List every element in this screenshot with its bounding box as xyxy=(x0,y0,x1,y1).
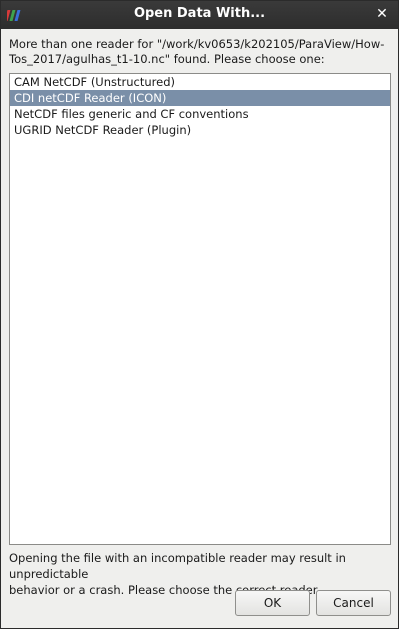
window-title: Open Data With... xyxy=(133,6,266,21)
warning-line-1: Opening the file with an incompatible re… xyxy=(9,551,346,581)
reader-list[interactable]: CAM NetCDF (Unstructured) CDI netCDF Rea… xyxy=(9,73,391,545)
title-bar[interactable]: Open Data With... ✕ xyxy=(1,1,398,29)
reader-list-item[interactable]: UGRID NetCDF Reader (Plugin) xyxy=(10,122,390,138)
reader-list-item[interactable]: CAM NetCDF (Unstructured) xyxy=(10,74,390,90)
cancel-button[interactable]: Cancel xyxy=(316,590,391,616)
close-icon[interactable]: ✕ xyxy=(374,6,390,22)
message-line-1: More than one reader for "/work/kv0653/k… xyxy=(9,37,385,51)
open-data-with-dialog: Open Data With... ✕ More than one reader… xyxy=(0,0,399,629)
ok-button[interactable]: OK xyxy=(235,590,310,616)
reader-list-item[interactable]: NetCDF files generic and CF conventions xyxy=(10,106,390,122)
message-line-2: Tos_2017/agulhas_t1-10.nc" found. Please… xyxy=(9,52,325,66)
reader-choice-message: More than one reader for "/work/kv0653/k… xyxy=(9,37,392,67)
reader-list-item-selected[interactable]: CDI netCDF Reader (ICON) xyxy=(10,90,390,106)
